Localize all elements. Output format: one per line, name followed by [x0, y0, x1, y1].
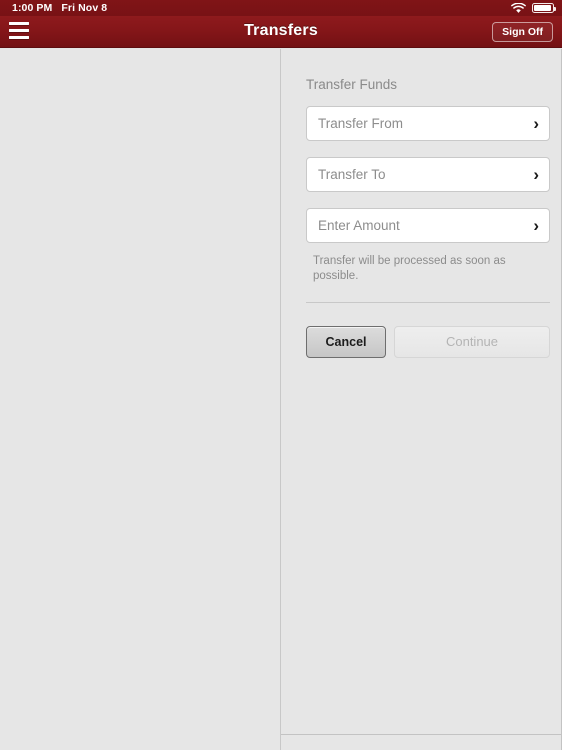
app-screen: 1:00 PM Fri Nov 8 Transfers Sign Off Tra…: [0, 0, 562, 750]
status-bar-indicators: [511, 2, 556, 14]
enter-amount-placeholder: Enter Amount: [318, 218, 400, 233]
transfer-from-field[interactable]: Transfer From ›: [306, 106, 550, 141]
status-bar-date: Fri Nov 8: [61, 2, 108, 14]
chevron-right-icon: ›: [533, 216, 539, 235]
transfer-note-text: Transfer will be processed as soon as po…: [313, 255, 506, 282]
sign-off-button[interactable]: Sign Off: [492, 22, 553, 42]
status-bar-time: 1:00 PM: [12, 2, 53, 14]
battery-full-icon: [532, 3, 556, 13]
transfer-funds-panel-inner: Transfer Funds Transfer From › Transfer …: [281, 49, 561, 735]
transfer-from-placeholder: Transfer From: [318, 116, 404, 131]
main-content: Transfer Funds Transfer From › Transfer …: [0, 49, 562, 750]
chevron-right-icon: ›: [533, 165, 539, 184]
chevron-right-icon: ›: [533, 114, 539, 133]
cancel-button[interactable]: Cancel: [306, 326, 386, 358]
continue-button[interactable]: Continue: [394, 326, 550, 358]
left-empty-pane: [0, 49, 281, 750]
section-divider: [306, 302, 550, 303]
transfer-to-placeholder: Transfer To: [318, 167, 386, 182]
transfer-funds-heading: Transfer Funds: [306, 77, 398, 92]
navigation-bar: Transfers Sign Off: [0, 16, 562, 48]
wifi-icon: [511, 2, 526, 14]
transfer-funds-panel: Transfer Funds Transfer From › Transfer …: [281, 49, 562, 750]
enter-amount-field[interactable]: Enter Amount ›: [306, 208, 550, 243]
page-title: Transfers: [244, 22, 318, 39]
transfer-to-field[interactable]: Transfer To ›: [306, 157, 550, 192]
status-bar: 1:00 PM Fri Nov 8: [0, 0, 562, 16]
